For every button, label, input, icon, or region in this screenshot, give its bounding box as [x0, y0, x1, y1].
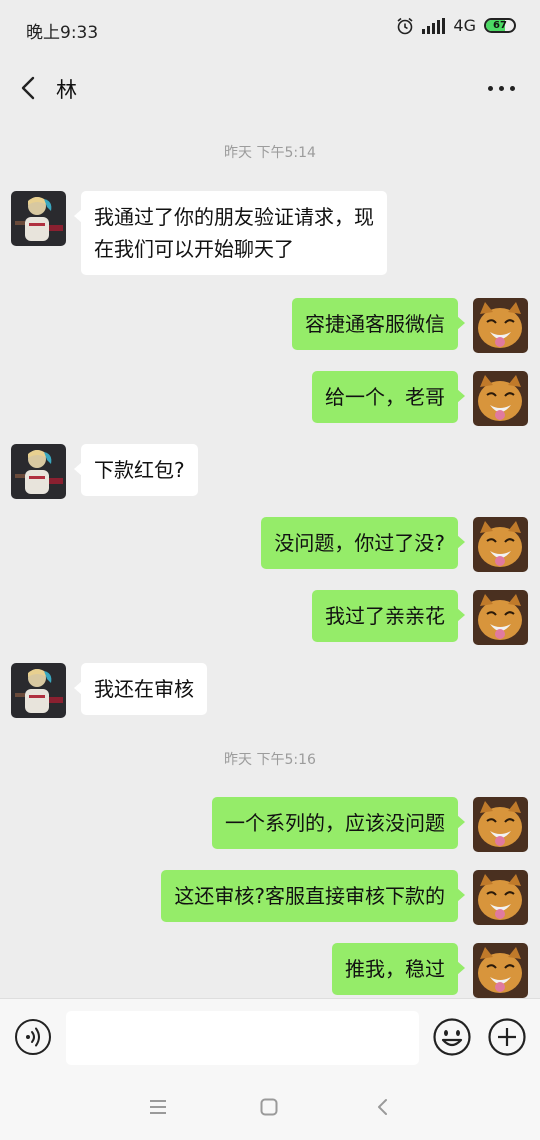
alarm-icon: [397, 17, 413, 34]
message-bubble[interactable]: 我通过了你的朋友验证请求，现 在我们可以开始聊天了: [74, 191, 387, 275]
more-dots-icon[interactable]: [488, 80, 518, 96]
message-input[interactable]: [66, 1011, 419, 1065]
system-navigation-bar: [0, 1074, 540, 1140]
message-bubble[interactable]: 没问题，你过了没?: [261, 517, 465, 569]
avatar-self[interactable]: [473, 517, 528, 572]
message-bubble[interactable]: 下款红包?: [74, 444, 198, 496]
avatar-contact[interactable]: [11, 191, 66, 246]
timestamp: 昨天 下午5:16: [224, 752, 316, 768]
avatar-contact[interactable]: [11, 444, 66, 499]
message-bubble[interactable]: 容捷通客服微信: [292, 298, 465, 350]
avatar-self[interactable]: [473, 371, 528, 426]
message-bubble[interactable]: 推我，稳过: [332, 943, 465, 995]
network-type: 4G: [453, 16, 476, 35]
voice-icon[interactable]: [14, 1018, 52, 1056]
message-bubble[interactable]: 我过了亲亲花: [312, 590, 465, 642]
home-icon[interactable]: [258, 1096, 280, 1118]
avatar-self[interactable]: [473, 870, 528, 925]
message-bubble[interactable]: 这还审核?客服直接审核下款的: [161, 870, 465, 922]
chat-title: 林: [56, 78, 77, 102]
avatar-self[interactable]: [473, 797, 528, 852]
input-bar: [0, 998, 540, 1074]
signal-icon: [422, 17, 446, 34]
message-bubble[interactable]: 我还在审核: [74, 663, 207, 715]
battery-icon: 67: [484, 18, 516, 33]
chat-area[interactable]: 昨天 下午5:14 我通过了你的朋友验证请求，现 在我们可以开始聊天了 容捷通客服…: [0, 116, 540, 998]
status-time: 晚上9:33: [26, 23, 99, 43]
timestamp: 昨天 下午5:14: [224, 145, 316, 161]
avatar-self[interactable]: [473, 298, 528, 353]
message-bubble[interactable]: 给一个，老哥: [312, 371, 465, 423]
avatar-self[interactable]: [473, 590, 528, 645]
message-bubble[interactable]: 一个系列的，应该没问题: [212, 797, 465, 849]
status-bar: 晚上9:33 4G 67: [0, 0, 540, 60]
avatar-contact[interactable]: [11, 663, 66, 718]
plus-icon[interactable]: [487, 1017, 527, 1057]
emoji-icon[interactable]: [432, 1017, 472, 1057]
avatar-self[interactable]: [473, 943, 528, 998]
chevron-left-icon[interactable]: [16, 74, 42, 102]
battery-level: 67: [493, 20, 507, 31]
menu-icon[interactable]: [147, 1096, 169, 1118]
back-icon[interactable]: [372, 1096, 394, 1118]
chat-header: 林: [0, 60, 540, 116]
